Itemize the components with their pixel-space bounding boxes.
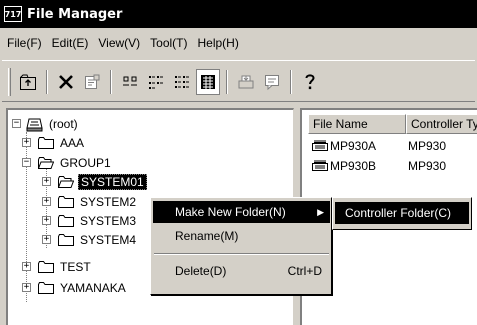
column-header-controller-type[interactable]: Controller Ty — [406, 114, 477, 134]
toolbar-separator — [110, 70, 112, 94]
file-name-cell: MP930A — [312, 139, 408, 153]
expand-expander[interactable]: + — [22, 138, 31, 147]
list-item[interactable]: MP930A MP930 — [312, 137, 446, 155]
file-name: MP930B — [330, 159, 377, 173]
tree-label: SYSTEM2 — [80, 194, 137, 209]
tree-node-system2[interactable]: + SYSTEM2 — [42, 192, 138, 211]
file-manager-window: 717 File Manager File(F) Edit(E) View(V)… — [0, 0, 477, 325]
tree-label: GROUP1 — [60, 155, 111, 170]
title-bar[interactable]: 717 File Manager — [0, 0, 477, 28]
menu-view[interactable]: View(V) — [93, 36, 145, 50]
toolbar-frame — [2, 60, 475, 102]
large-icons-button[interactable] — [118, 69, 142, 95]
file-name-cell: MP930B — [312, 159, 408, 173]
list-icon — [175, 76, 189, 88]
menu-separator — [154, 253, 329, 255]
controller-type: MP930 — [408, 159, 447, 173]
collapse-expander[interactable]: − — [12, 119, 21, 128]
tree-node-system3[interactable]: + SYSTEM3 — [42, 211, 138, 230]
menu-item-make-new-folder[interactable]: Make New Folder(N) ▶ — [153, 201, 330, 223]
controller-type: MP930 — [408, 139, 447, 153]
menu-help[interactable]: Help(H) — [193, 36, 244, 50]
column-header-file-name[interactable]: File Name — [308, 114, 406, 134]
folder-icon — [38, 281, 54, 294]
folder-icon — [38, 136, 54, 149]
details-button[interactable] — [196, 69, 220, 95]
collapse-expander[interactable]: − — [22, 158, 31, 167]
details-icon — [201, 75, 215, 89]
delete-icon — [59, 75, 73, 89]
tree-node-system4[interactable]: + SYSTEM4 — [42, 230, 138, 249]
folder-icon — [38, 260, 54, 273]
folder-icon — [58, 195, 74, 208]
app-icon: 717 — [4, 6, 22, 22]
tree-node-group1[interactable]: − GROUP1 — [22, 153, 113, 172]
expand-expander[interactable]: + — [42, 197, 51, 206]
list-button[interactable] — [170, 69, 194, 95]
tree-label: SYSTEM4 — [80, 232, 137, 247]
toolbar-separator — [290, 70, 292, 94]
folder-icon — [58, 214, 74, 227]
toolbar-separator — [226, 70, 228, 94]
menu-item-label: Delete(D) — [175, 264, 227, 278]
controller-icon — [312, 160, 328, 171]
print-button[interactable] — [234, 69, 258, 95]
up-folder-icon — [20, 74, 36, 90]
delete-button[interactable] — [54, 69, 78, 95]
menu-edit[interactable]: Edit(E) — [47, 36, 94, 50]
help-icon — [305, 74, 315, 90]
comment-button[interactable] — [260, 69, 284, 95]
menu-tool[interactable]: Tool(T) — [145, 36, 192, 50]
menu-item-controller-folder[interactable]: Controller Folder(C) — [335, 202, 469, 224]
properties-button[interactable] — [80, 69, 104, 95]
toolbar-grip[interactable] — [8, 68, 11, 96]
expand-expander[interactable]: + — [42, 235, 51, 244]
context-menu: Make New Folder(N) ▶ Rename(M) Delete(D)… — [150, 197, 332, 295]
open-folder-icon — [58, 175, 74, 188]
menu-item-shortcut: Ctrl+D — [287, 264, 322, 278]
expand-expander[interactable]: + — [22, 262, 31, 271]
tree-label: SYSTEM01 — [78, 173, 147, 190]
tree-label: TEST — [60, 259, 91, 274]
submenu-arrow-icon: ▶ — [317, 206, 324, 217]
tree-node-yamanaka[interactable]: + YAMANAKA — [22, 278, 128, 297]
toolbar — [2, 66, 323, 98]
expand-expander[interactable]: + — [22, 283, 31, 292]
help-button[interactable] — [298, 69, 322, 95]
small-icons-icon — [149, 76, 163, 89]
menu-item-label: Rename(M) — [175, 229, 239, 243]
up-folder-button[interactable] — [16, 69, 40, 95]
controller-icon — [312, 140, 328, 151]
tree-node-test[interactable]: + TEST — [22, 257, 93, 276]
tree-label: YAMANAKA — [60, 280, 126, 295]
new-folder-submenu: Controller Folder(C) — [332, 197, 472, 230]
folder-icon — [58, 233, 74, 246]
tree-label: SYSTEM3 — [80, 213, 137, 228]
expand-expander[interactable]: + — [42, 177, 51, 186]
tree-label: AAA — [60, 135, 85, 150]
large-icons-icon — [123, 76, 137, 86]
menu-file[interactable]: File(F) — [2, 36, 47, 50]
print-icon — [238, 75, 254, 89]
file-name: MP930A — [330, 139, 377, 153]
small-icons-button[interactable] — [144, 69, 168, 95]
menu-item-label: Make New Folder(N) — [175, 205, 286, 219]
list-header: File Name Controller Ty — [308, 114, 477, 134]
comment-icon — [265, 75, 279, 91]
window-title: File Manager — [27, 6, 123, 22]
list-item[interactable]: MP930B MP930 — [312, 157, 446, 175]
toolbar-separator — [46, 70, 48, 94]
computer-icon — [26, 118, 43, 131]
menu-bar: File(F) Edit(E) View(V) Tool(T) Help(H) — [0, 32, 244, 54]
tree-node-aaa[interactable]: + AAA — [22, 133, 86, 152]
menu-item-delete[interactable]: Delete(D) Ctrl+D — [153, 260, 330, 282]
tree-node-system01[interactable]: + SYSTEM01 — [42, 172, 147, 191]
expand-expander[interactable]: + — [42, 216, 51, 225]
open-folder-icon — [38, 156, 54, 169]
tree-label: (root) — [49, 116, 78, 131]
tree-node-root[interactable]: − (root) — [12, 114, 80, 133]
properties-icon — [85, 74, 100, 89]
menu-item-rename[interactable]: Rename(M) — [153, 225, 330, 247]
